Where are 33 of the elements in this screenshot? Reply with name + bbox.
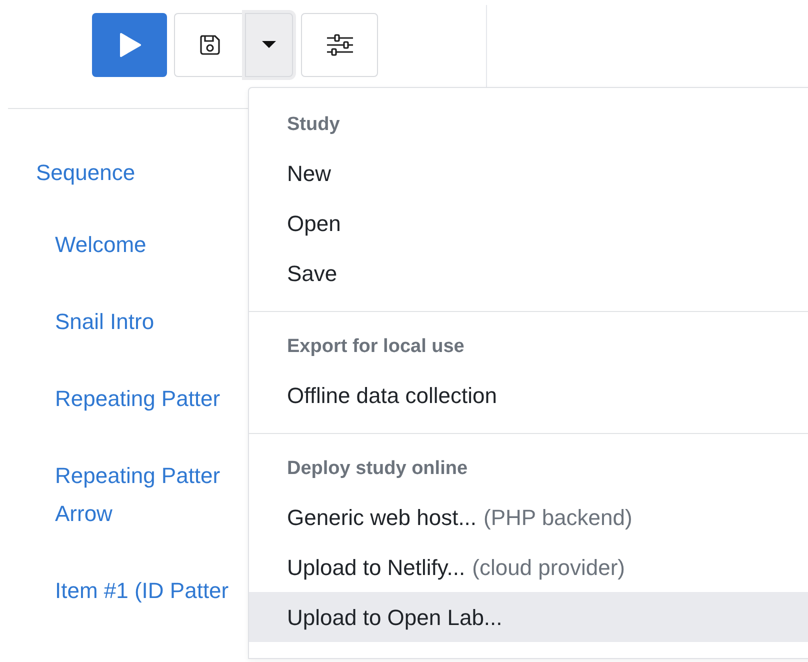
menu-item-note: (cloud provider) <box>472 554 625 582</box>
menu-item-label: New <box>287 160 332 188</box>
menu-item-label: Upload to Netlify... <box>287 554 466 582</box>
menu-item[interactable]: Upload to Netlify... (cloud provider) <box>249 542 808 592</box>
caret-icon <box>262 41 276 49</box>
sliders-icon <box>326 33 354 57</box>
play-icon <box>118 33 140 57</box>
menu-item[interactable]: Generic web host... (PHP backend) <box>249 492 808 542</box>
menu-section-heading: Study <box>287 113 340 137</box>
dropdown-toggle[interactable] <box>245 13 293 77</box>
menu-item[interactable]: Offline data collection <box>249 370 808 420</box>
menu-item-label: Save <box>287 260 338 288</box>
settings-button[interactable] <box>301 13 378 77</box>
sequence-item[interactable]: Welcome <box>55 226 146 264</box>
menu-item[interactable]: Upload to Open Lab... <box>249 592 808 642</box>
menu-item-label: Generic web host... <box>287 504 477 532</box>
save-icon <box>198 33 222 57</box>
menu-item-label: Upload to Open Lab... <box>287 604 502 632</box>
menu-item-label: Open <box>287 210 341 238</box>
save-button[interactable] <box>174 13 245 77</box>
menu-item-label: Offline data collection <box>287 382 497 410</box>
menu-item[interactable]: Open <box>249 198 808 248</box>
sequence-item[interactable]: Item #1 (ID Patter <box>55 572 229 610</box>
menu-item[interactable]: Save <box>249 248 808 298</box>
sequence-item[interactable]: Repeating Patter <box>55 380 220 418</box>
sequence-link[interactable]: Sequence <box>36 159 136 187</box>
menu-item-note: (PHP backend) <box>484 504 632 532</box>
play-button[interactable] <box>92 13 167 77</box>
sequence-item[interactable]: Repeating Patter Arrow <box>55 457 220 533</box>
sequence-item[interactable]: Snail Intro <box>55 303 154 341</box>
menu-item[interactable]: New <box>249 148 808 198</box>
menu-section-heading: Deploy study online <box>287 457 468 481</box>
menu-section-heading: Export for local use <box>287 335 464 359</box>
